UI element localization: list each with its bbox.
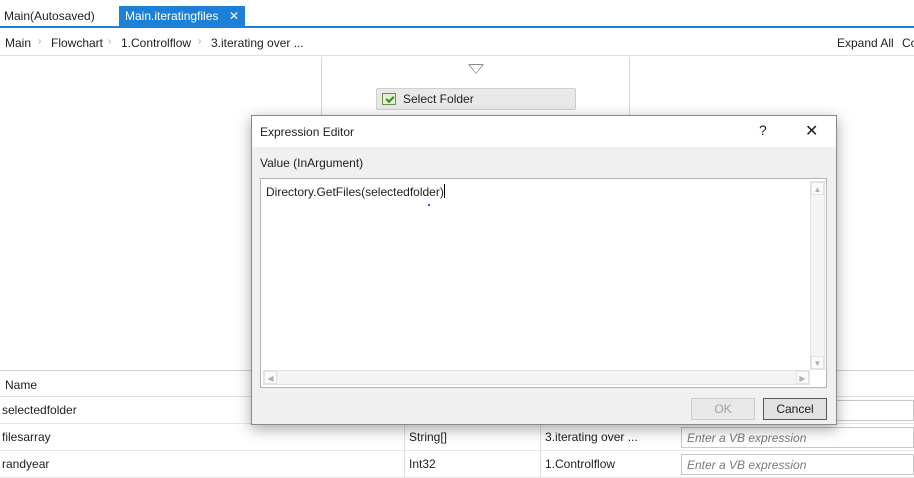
scroll-down-icon[interactable]: ▼ <box>811 356 824 369</box>
column-divider <box>404 424 405 451</box>
breadcrumb-flowchart[interactable]: Flowchart <box>51 36 103 50</box>
variable-scope[interactable]: 1.Controlflow <box>545 457 615 471</box>
collapse-all-button[interactable]: Co <box>902 36 914 50</box>
expression-value: Directory.GetFiles(selectedfolder) <box>266 185 444 199</box>
dialog-title: Expression Editor <box>260 125 355 139</box>
vertical-scrollbar[interactable]: ▲ ▼ <box>810 181 825 370</box>
expression-text[interactable]: Directory.GetFiles(selectedfolder) <box>266 184 445 199</box>
folder-select-icon <box>382 93 396 105</box>
expand-all-button[interactable]: Expand All <box>837 36 894 50</box>
variable-type[interactable]: String[] <box>409 430 447 444</box>
breadcrumb-controlflow[interactable]: 1.Controlflow <box>121 36 191 50</box>
default-expression-input[interactable] <box>828 400 914 421</box>
scroll-up-icon[interactable]: ▲ <box>811 182 824 195</box>
variable-scope[interactable]: 3.iterating over ... <box>545 430 638 444</box>
column-divider <box>540 424 541 451</box>
scroll-right-icon[interactable]: ▶ <box>796 371 809 384</box>
column-header-name[interactable]: Name <box>5 378 37 392</box>
document-tab-bar: Main(Autosaved) Main.iteratingfiles ✕ <box>0 0 914 28</box>
tab-main-autosaved[interactable]: Main(Autosaved) <box>0 6 99 26</box>
value-label: Value (InArgument) <box>260 156 364 170</box>
chevron-right-icon: › <box>38 36 42 47</box>
expression-editor-dialog: Expression Editor ? ✕ Value (InArgument)… <box>251 115 837 425</box>
help-icon[interactable]: ? <box>759 122 767 138</box>
breadcrumb-main[interactable]: Main <box>5 36 31 50</box>
variable-name[interactable]: filesarray <box>2 430 51 444</box>
expression-text-area[interactable]: Directory.GetFiles(selectedfolder) ▲ ▼ ◀… <box>260 178 827 388</box>
chevron-right-icon: › <box>108 36 112 47</box>
horizontal-scrollbar[interactable]: ◀ ▶ <box>263 370 810 385</box>
close-tab-icon[interactable]: ✕ <box>229 6 239 26</box>
cancel-button[interactable]: Cancel <box>763 398 827 420</box>
select-folder-activity[interactable]: Select Folder <box>376 88 576 110</box>
activity-label: Select Folder <box>403 92 474 106</box>
close-icon[interactable]: ✕ <box>805 121 818 141</box>
chevron-right-icon: › <box>198 36 202 47</box>
default-expression-input[interactable]: Enter a VB expression <box>681 427 914 448</box>
variable-name[interactable]: selectedfolder <box>2 403 77 417</box>
default-expression-input[interactable]: Enter a VB expression <box>681 454 914 475</box>
ok-button[interactable]: OK <box>691 398 755 420</box>
tab-label: Main.iteratingfiles <box>125 9 219 23</box>
text-caret <box>443 184 445 198</box>
variable-name[interactable]: randyear <box>2 457 49 471</box>
variable-type[interactable]: Int32 <box>409 457 436 471</box>
cursor-dot <box>428 204 430 206</box>
dialog-titlebar[interactable]: Expression Editor ? ✕ <box>252 116 836 147</box>
breadcrumb-iterating[interactable]: 3.iterating over ... <box>211 36 304 50</box>
flow-arrow-icon <box>468 64 484 74</box>
tab-main-iteratingfiles[interactable]: Main.iteratingfiles ✕ <box>119 6 245 26</box>
scroll-left-icon[interactable]: ◀ <box>264 371 277 384</box>
variable-row[interactable]: filesarray String[] 3.iterating over ...… <box>0 424 914 451</box>
breadcrumb: Main › Flowchart › 1.Controlflow › 3.ite… <box>0 28 914 56</box>
